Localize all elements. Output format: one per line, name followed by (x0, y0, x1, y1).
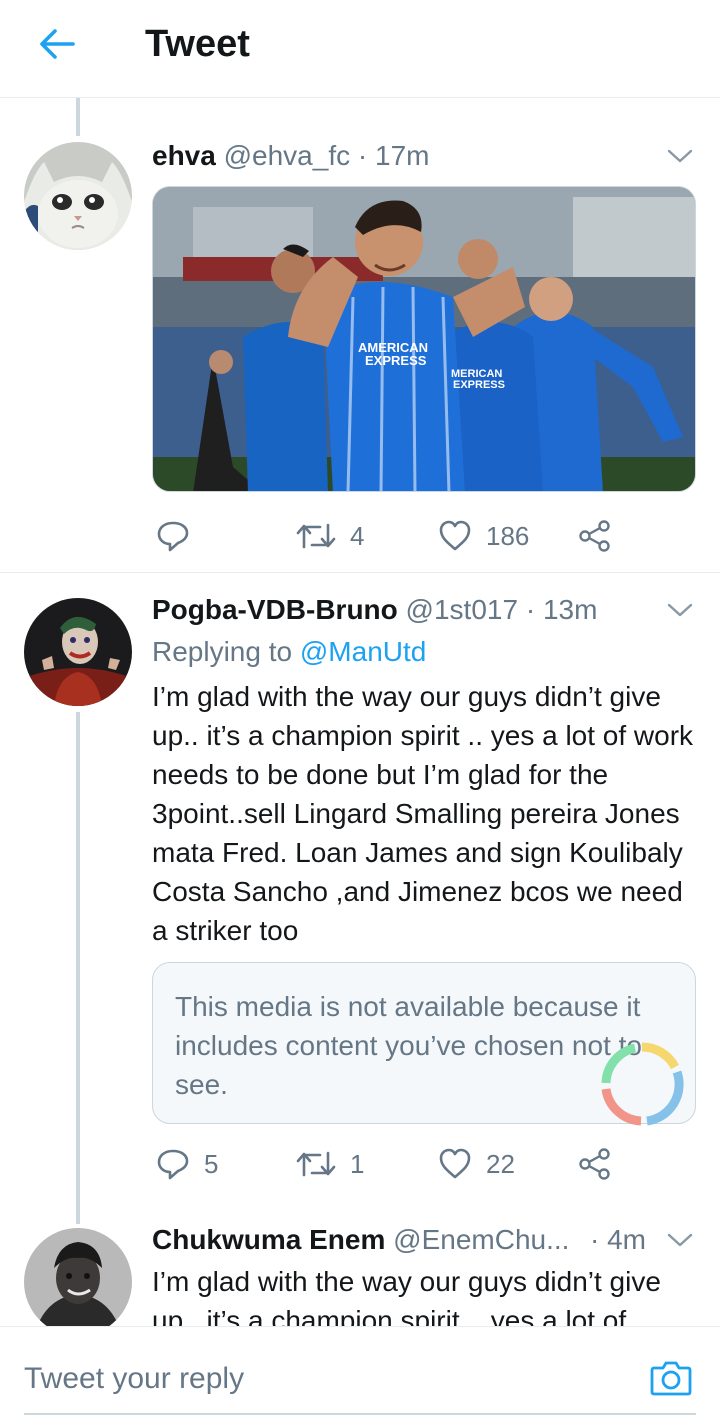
football-celebration-photo: AMERICAN EXPRESS MERICAN EXPRESS (153, 187, 695, 491)
svg-text:EXPRESS: EXPRESS (453, 379, 505, 391)
tweet-actions: 5 1 22 (152, 1142, 632, 1186)
reply-input-underline (24, 1413, 696, 1415)
tweet-header: Chukwuma Enem @EnemChu... (152, 1222, 569, 1258)
tweet-time: · 4m (590, 1222, 646, 1258)
avatar[interactable] (24, 598, 132, 706)
separator-dot: · (525, 594, 536, 625)
tweet-header: Pogba-VDB-Bruno @1st017 · 13m (152, 592, 597, 628)
tweet-menu-button[interactable] (664, 1224, 696, 1256)
chevron-down-icon (667, 149, 693, 163)
display-name[interactable]: Pogba-VDB-Bruno (152, 594, 398, 625)
retweet-button[interactable]: 4 (296, 514, 364, 558)
reply-composer: Tweet your reply (0, 1326, 720, 1426)
retweet-icon (296, 523, 336, 549)
avatar[interactable] (24, 142, 132, 250)
separator-dot: · (590, 1224, 600, 1255)
profile-avatar-image (24, 1228, 132, 1326)
chevron-down-icon (667, 603, 693, 617)
tweet-pogba-vdb-bruno[interactable]: Pogba-VDB-Bruno @1st017 · 13m Replying t… (0, 582, 720, 1202)
tweet-actions: 4 186 (152, 514, 632, 558)
back-button[interactable] (34, 24, 80, 64)
share-button[interactable] (578, 514, 612, 558)
retweet-count: 1 (350, 1148, 365, 1179)
cat-avatar-image (24, 142, 132, 250)
username[interactable]: @1st017 (406, 594, 519, 625)
display-name[interactable]: Chukwuma Enem (152, 1224, 385, 1255)
retweet-icon (296, 1151, 336, 1177)
tweet-ehva[interactable]: ehva @ehva_fc · 17m AMERICAN EXPRESS MER… (0, 128, 720, 572)
sensitive-media-placeholder[interactable]: This media is not available because it i… (152, 962, 696, 1126)
timestamp[interactable]: 4m (607, 1224, 646, 1255)
replying-to-label: Replying to (152, 636, 293, 667)
display-name[interactable]: ehva (152, 140, 216, 171)
username[interactable]: @EnemChu... (393, 1224, 569, 1255)
reply-icon (157, 521, 189, 552)
top-app-bar: Tweet (0, 0, 720, 98)
loading-spinner-icon (601, 1042, 684, 1126)
tweet-photo[interactable]: AMERICAN EXPRESS MERICAN EXPRESS (152, 186, 696, 492)
camera-button[interactable] (648, 1355, 694, 1401)
avatar[interactable] (24, 1228, 132, 1326)
camera-icon (650, 1361, 692, 1396)
replying-to: Replying to @ManUtd (152, 634, 426, 670)
timestamp[interactable]: 17m (375, 140, 429, 171)
retweet-count: 4 (350, 520, 365, 551)
tweet-header: ehva @ehva_fc · 17m (152, 138, 429, 174)
tweet-text: I’m glad with the way our guys didn’t gi… (152, 681, 694, 946)
retweet-button[interactable]: 1 (296, 1142, 364, 1186)
tweet-text: I’m glad with the way our guys didn’t gi… (152, 1266, 661, 1326)
tweet-menu-button[interactable] (664, 594, 696, 626)
share-icon (579, 520, 610, 552)
chevron-down-icon (667, 1233, 693, 1247)
joker-avatar-image (24, 598, 132, 706)
share-button[interactable] (578, 1142, 612, 1186)
heart-icon (439, 520, 471, 551)
reply-button[interactable]: 5 (156, 1142, 218, 1186)
share-icon (579, 1148, 610, 1180)
like-button[interactable]: 186 (438, 514, 529, 558)
like-count: 186 (486, 520, 530, 551)
reply-input[interactable]: Tweet your reply (24, 1359, 244, 1399)
arrow-left-icon (40, 29, 75, 59)
page-title: Tweet (145, 23, 250, 65)
replying-to-link[interactable]: @ManUtd (300, 636, 426, 667)
divider (0, 572, 720, 573)
like-button[interactable]: 22 (438, 1142, 515, 1186)
like-count: 22 (486, 1148, 515, 1179)
heart-icon (439, 1148, 471, 1179)
tweet-menu-button[interactable] (664, 140, 696, 172)
svg-text:EXPRESS: EXPRESS (365, 353, 427, 368)
timestamp[interactable]: 13m (543, 594, 597, 625)
tweet-chukwuma-enem[interactable]: Chukwuma Enem @EnemChu... · 4m I’m glad … (0, 1214, 720, 1326)
username[interactable]: @ehva_fc (224, 140, 351, 171)
reply-icon (157, 1149, 189, 1180)
reply-count: 5 (204, 1148, 219, 1179)
separator-dot: · (357, 140, 368, 171)
reply-button[interactable] (156, 514, 204, 558)
